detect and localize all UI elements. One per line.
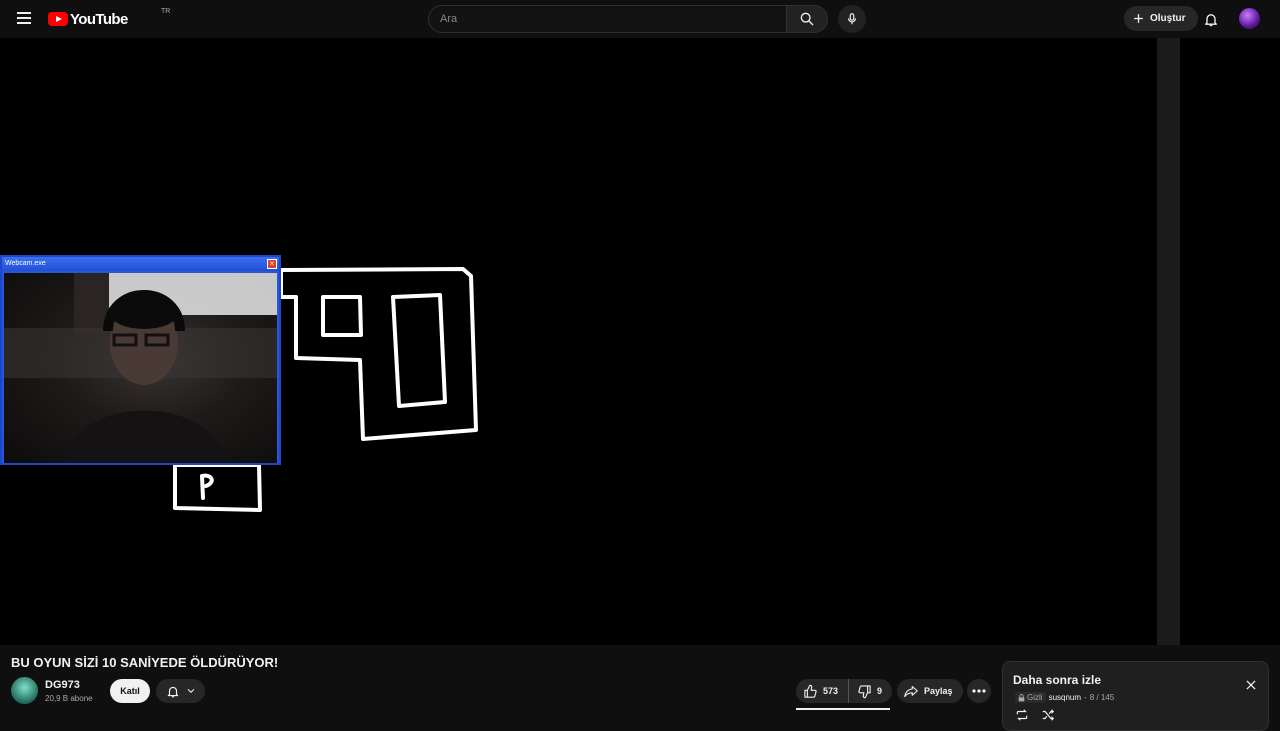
thumb-up-icon bbox=[804, 684, 817, 698]
close-icon bbox=[1246, 680, 1256, 690]
webcam-close-button[interactable]: × bbox=[267, 259, 277, 269]
bell-icon bbox=[1205, 13, 1217, 26]
playlist-meta: Gizli susqnum - 8 / 145 bbox=[1015, 692, 1114, 703]
webcam-feed bbox=[4, 273, 277, 463]
chevron-down-icon bbox=[187, 688, 194, 693]
webcam-scene bbox=[4, 273, 277, 463]
subscriber-count: 20,9 B abone bbox=[45, 694, 93, 703]
loop-button[interactable] bbox=[1014, 708, 1030, 727]
like-button[interactable]: 573 bbox=[796, 679, 850, 703]
create-button[interactable]: Oluştur bbox=[1124, 6, 1198, 31]
notifications-button[interactable] bbox=[1200, 8, 1222, 30]
like-count: 573 bbox=[823, 686, 839, 696]
webcam-window-title: Webcam.exe × bbox=[2, 257, 279, 271]
like-dislike-group: 573 9 bbox=[796, 679, 893, 703]
playlist-author[interactable]: susqnum bbox=[1049, 693, 1081, 702]
webcam-window: Webcam.exe × bbox=[0, 255, 281, 465]
meta-separator: - bbox=[1084, 693, 1087, 702]
dislike-button[interactable]: 9 bbox=[849, 679, 892, 703]
thumb-down-icon bbox=[858, 684, 871, 698]
player-side-strip bbox=[1157, 38, 1180, 645]
share-icon bbox=[904, 685, 918, 697]
logo-text: YouTube bbox=[70, 10, 128, 28]
channel-name[interactable]: DG973 bbox=[45, 679, 80, 691]
video-player[interactable]: Webcam.exe × bbox=[0, 38, 1157, 645]
dislike-count: 9 bbox=[877, 686, 883, 696]
share-button[interactable]: Paylaş bbox=[897, 679, 963, 703]
bell-icon bbox=[167, 686, 178, 697]
playlist-title[interactable]: Daha sonra izle bbox=[1013, 673, 1101, 687]
search-icon bbox=[800, 12, 814, 26]
voice-search-button[interactable] bbox=[838, 5, 866, 33]
account-avatar[interactable] bbox=[1239, 8, 1260, 29]
masthead: YouTube TR Oluştur bbox=[0, 0, 1280, 38]
lock-icon bbox=[1018, 693, 1025, 701]
youtube-play-icon bbox=[48, 12, 68, 26]
channel-avatar[interactable] bbox=[11, 677, 38, 704]
search-button[interactable] bbox=[786, 5, 828, 33]
playlist-panel: Daha sonra izle Gizli susqnum - 8 / 145 bbox=[1002, 661, 1269, 731]
like-ratio-bar bbox=[796, 708, 890, 710]
youtube-logo[interactable]: YouTube TR bbox=[48, 8, 170, 28]
search-bar bbox=[428, 5, 828, 33]
search-input[interactable] bbox=[428, 5, 786, 33]
video-title: BU OYUN SİZİ 10 SANİYEDE ÖLDÜRÜYOR! bbox=[11, 655, 279, 670]
close-playlist-button[interactable] bbox=[1244, 678, 1258, 692]
privacy-badge: Gizli bbox=[1015, 692, 1046, 703]
shuffle-button[interactable] bbox=[1040, 708, 1056, 727]
player-right-margin bbox=[1180, 38, 1280, 645]
join-button[interactable]: Katıl bbox=[110, 679, 150, 703]
more-icon bbox=[972, 689, 986, 693]
subscription-notifications-button[interactable] bbox=[156, 679, 205, 703]
plus-icon bbox=[1134, 14, 1143, 23]
country-code: TR bbox=[161, 8, 171, 15]
more-actions-button[interactable] bbox=[967, 679, 991, 703]
mic-icon bbox=[847, 13, 857, 25]
share-label: Paylaş bbox=[924, 686, 953, 696]
menu-icon[interactable] bbox=[14, 9, 34, 29]
playlist-position: 8 / 145 bbox=[1089, 693, 1115, 702]
create-label: Oluştur bbox=[1150, 13, 1186, 24]
privacy-label: Gizli bbox=[1027, 693, 1043, 702]
